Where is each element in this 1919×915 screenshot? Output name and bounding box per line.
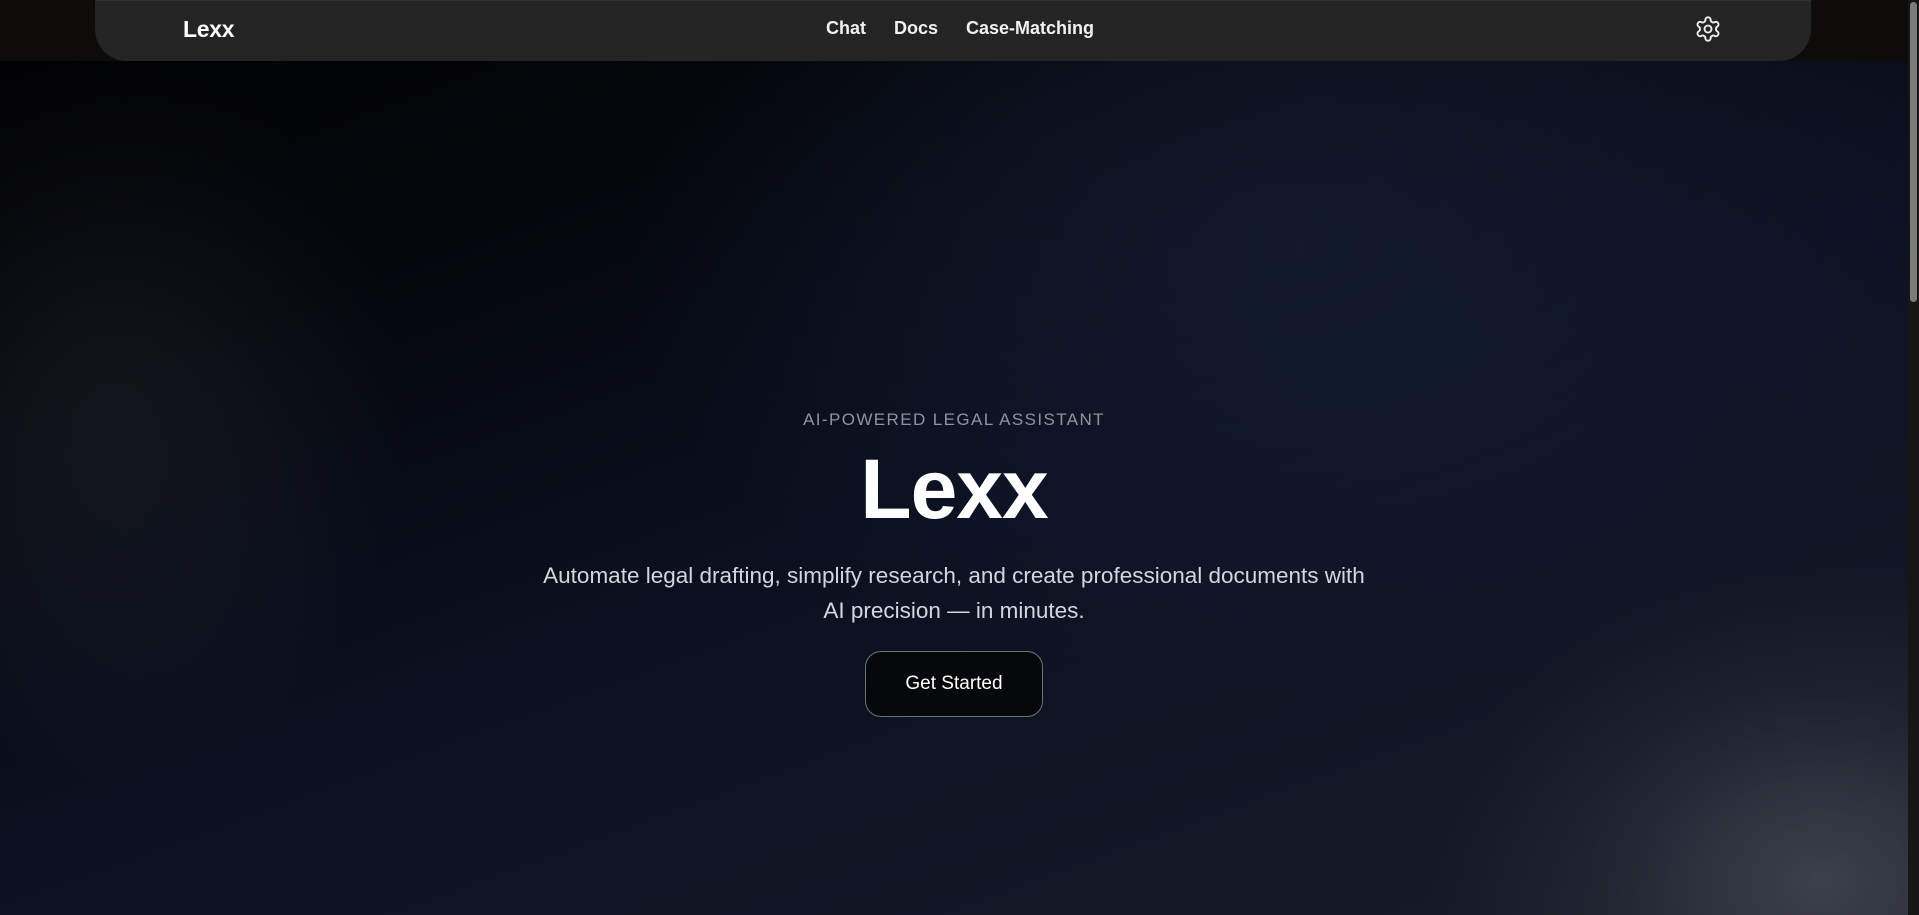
hero-eyebrow: AI-POWERED LEGAL ASSISTANT bbox=[803, 410, 1105, 429]
hero-title: Lexx bbox=[860, 442, 1048, 536]
nav-link-chat[interactable]: Chat bbox=[826, 18, 866, 39]
nav-link-docs[interactable]: Docs bbox=[894, 18, 938, 39]
get-started-button[interactable]: Get Started bbox=[865, 651, 1043, 717]
scrollbar[interactable] bbox=[1908, 0, 1919, 915]
hero-section: AI-POWERED LEGAL ASSISTANT Lexx Automate… bbox=[0, 410, 1908, 717]
gear-icon bbox=[1696, 16, 1720, 42]
hero-tagline: Automate legal drafting, simplify resear… bbox=[543, 563, 1365, 623]
nav-link-case-matching[interactable]: Case-Matching bbox=[966, 18, 1094, 39]
scrollbar-thumb[interactable] bbox=[1910, 2, 1917, 302]
page: Lexx Chat Docs Case-Matching AI-POWERED … bbox=[0, 0, 1919, 915]
settings-button[interactable] bbox=[1694, 15, 1722, 43]
navbar: Lexx Chat Docs Case-Matching bbox=[95, 0, 1811, 61]
nav-links: Chat Docs Case-Matching bbox=[95, 18, 1811, 39]
